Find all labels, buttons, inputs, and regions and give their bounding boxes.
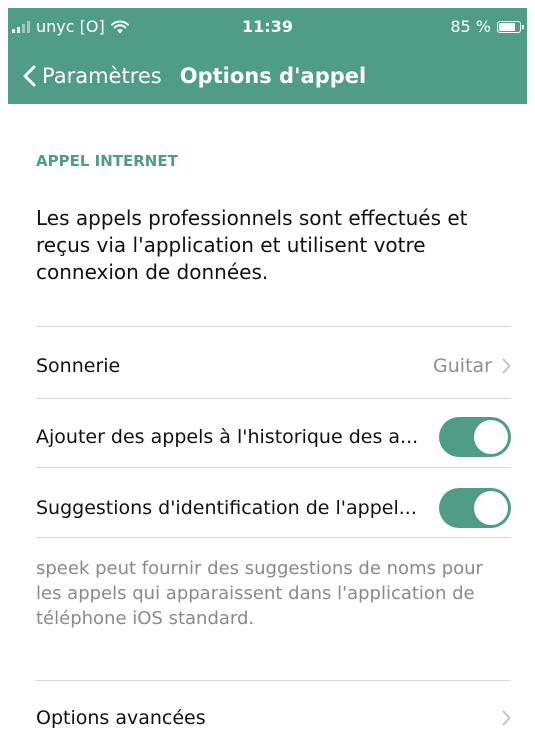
battery-icon [497,20,524,33]
status-time: 11:39 [242,17,293,36]
ringtone-row[interactable]: Sonnerie Guitar [36,336,511,396]
ringtone-value: Guitar [433,355,492,377]
back-button[interactable]: Paramètres [22,64,162,88]
app-header: unyc [O] 11:39 85 % Paramètres Options d… [8,8,527,104]
advanced-options-label: Options avancées [36,707,206,729]
ringtone-label: Sonnerie [36,355,121,377]
toggle-knob [474,420,508,454]
caller-id-row: Suggestions d'identification de l'appel.… [36,478,511,538]
chevron-right-icon [502,710,511,726]
toggle-knob [474,491,508,525]
page-title: Options d'appel [179,64,367,88]
divider [36,680,511,681]
chevron-left-icon [23,65,36,87]
caller-id-footnote: speek peut fournir des suggestions de no… [36,558,483,629]
section-title: APPEL INTERNET [36,152,178,170]
status-right: 85 % [450,17,524,36]
chevron-right-icon [502,358,511,374]
call-history-toggle[interactable] [439,417,511,457]
divider [36,326,511,327]
caller-id-label: Suggestions d'identification de l'appel.… [36,497,417,519]
battery-percentage: 85 % [450,17,491,36]
advanced-options-row[interactable]: Options avancées [36,688,511,742]
ringtone-value-group: Guitar [433,355,511,377]
back-button-label: Paramètres [42,64,162,88]
caller-id-toggle[interactable] [439,488,511,528]
divider [36,398,511,399]
divider [36,537,511,538]
section-description: Les appels professionnels sont effectués… [36,206,468,284]
status-bar: unyc [O] 11:39 85 % [8,8,527,46]
navigation-bar: Paramètres Options d'appel [8,56,527,96]
call-history-row: Ajouter des appels à l'historique des a.… [36,407,511,467]
call-history-label: Ajouter des appels à l'historique des a.… [36,426,419,448]
divider [36,467,511,468]
